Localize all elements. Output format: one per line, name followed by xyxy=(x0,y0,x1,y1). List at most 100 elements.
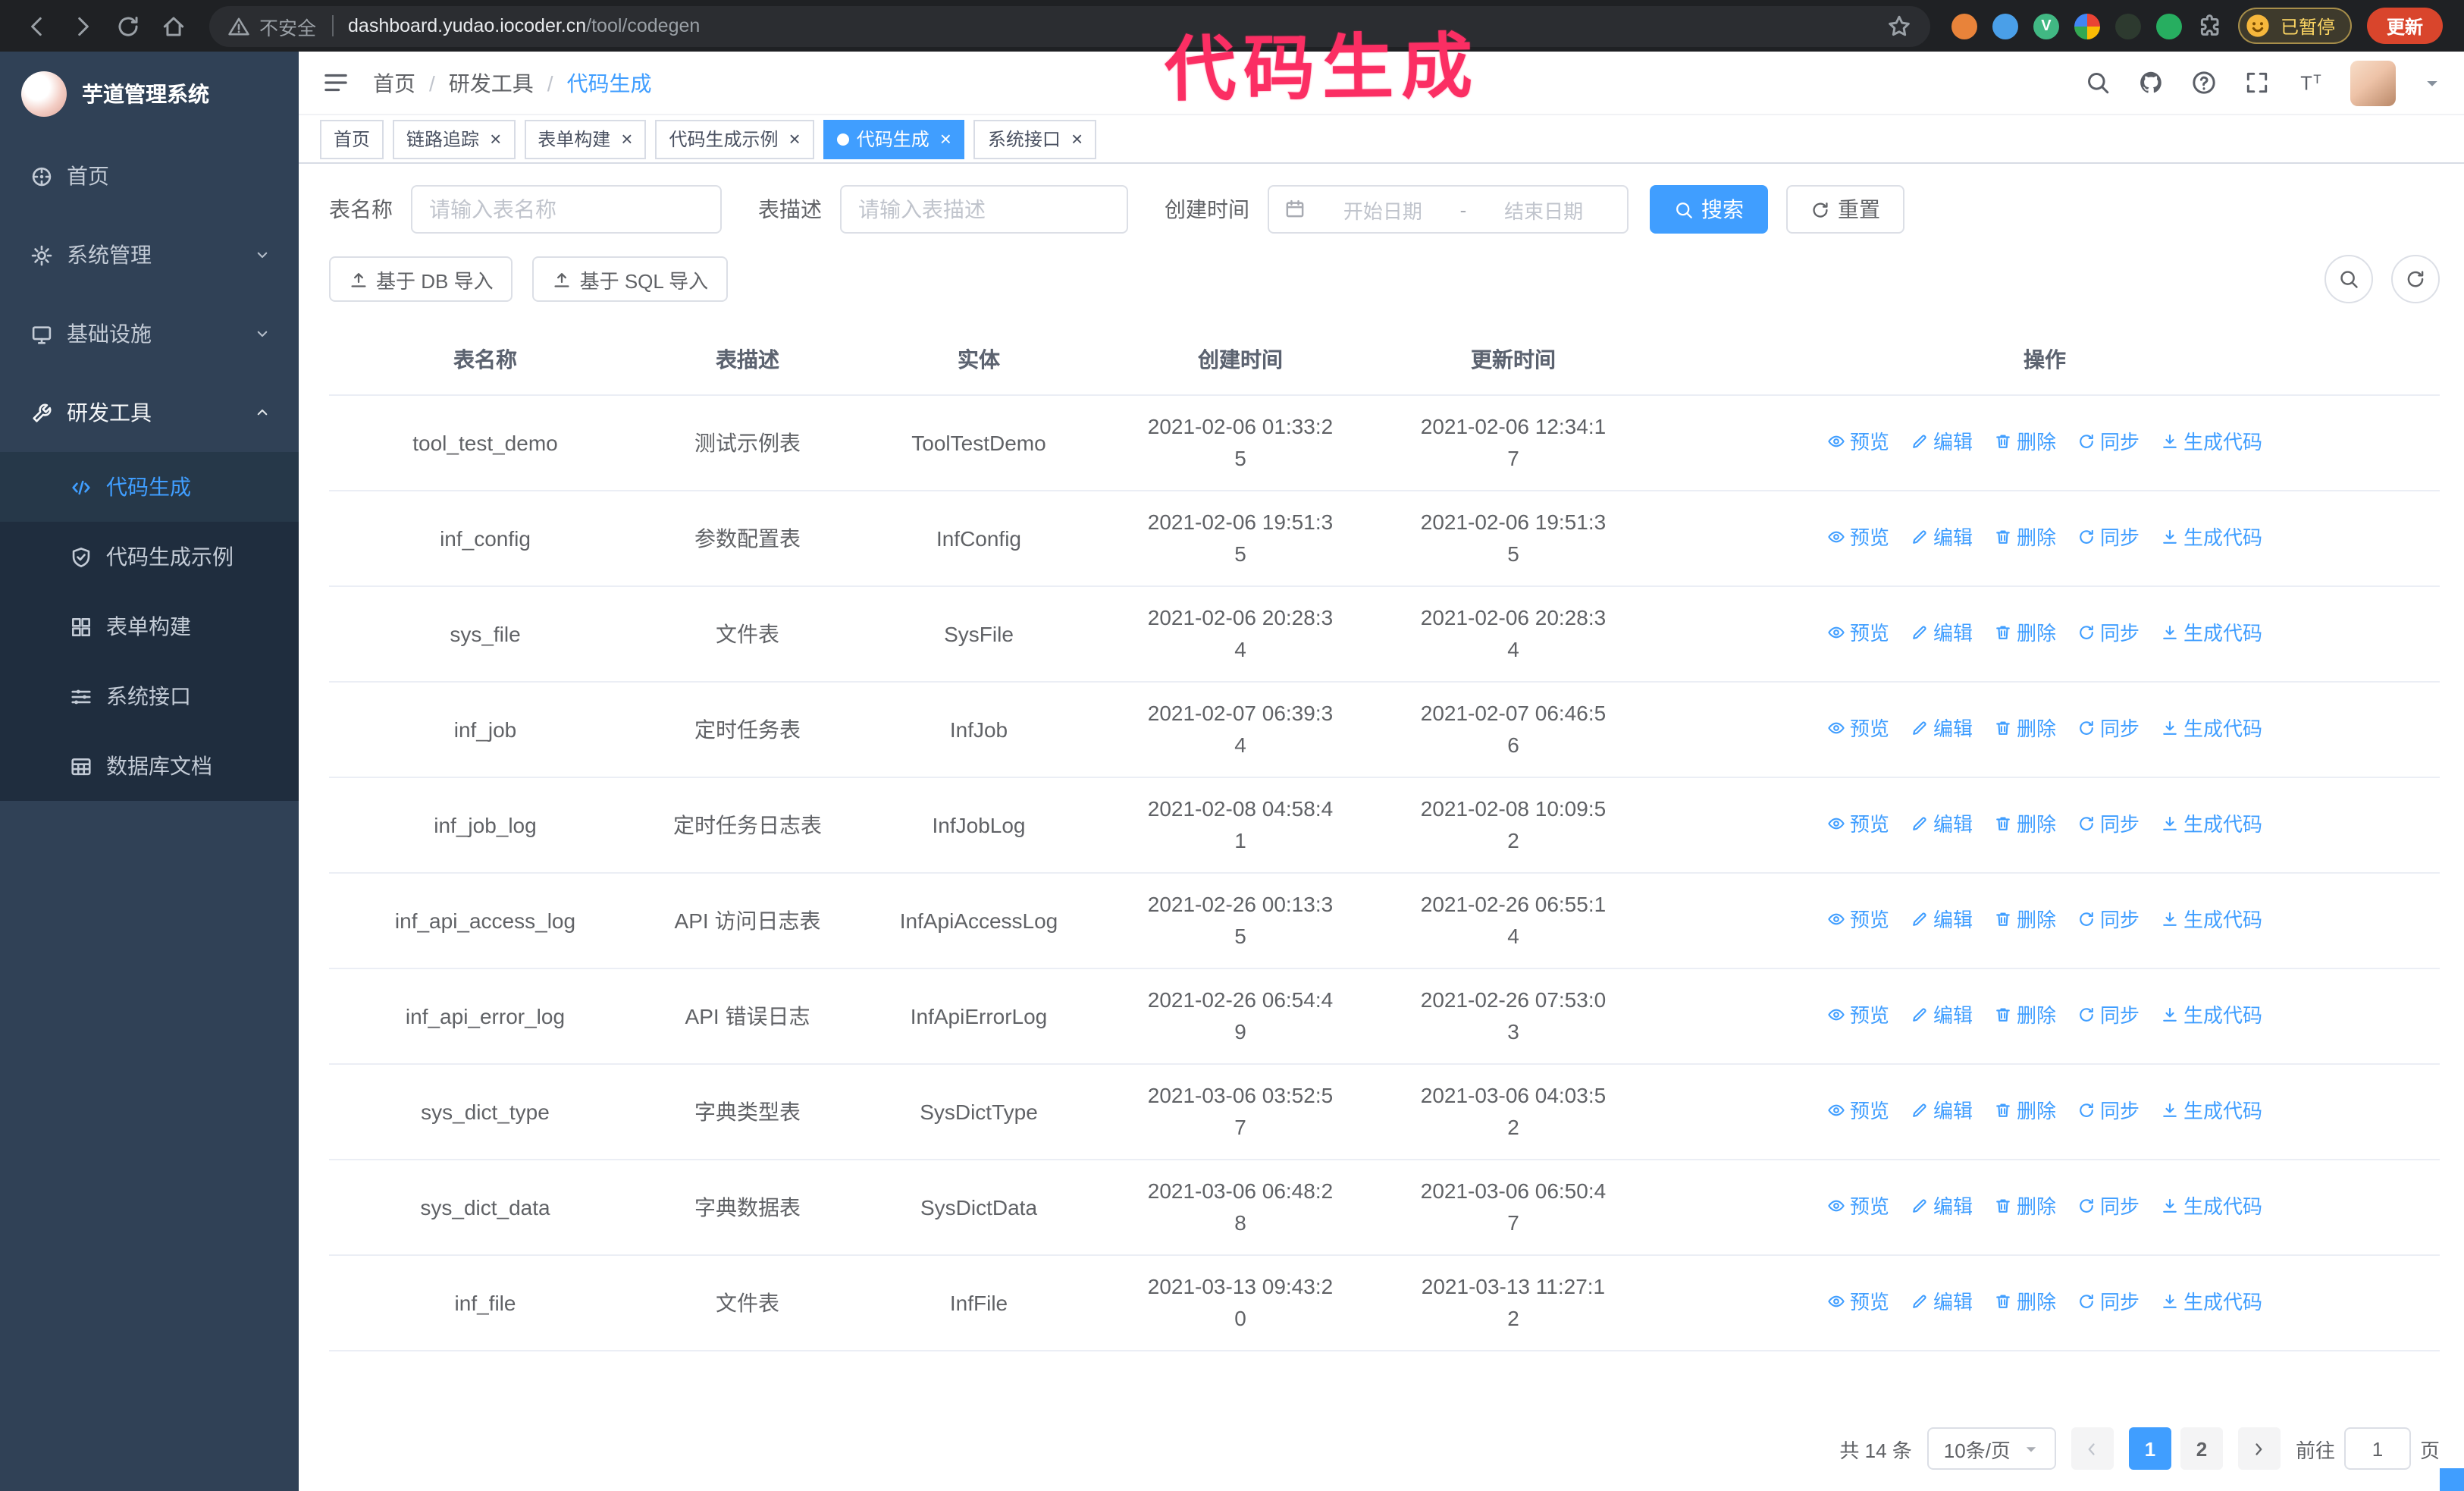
row-action-delete[interactable]: 删除 xyxy=(1994,713,2056,745)
sidebar-item-devtools[interactable]: 研发工具 xyxy=(0,373,299,452)
close-icon[interactable]: × xyxy=(621,129,632,149)
toggle-search-button[interactable] xyxy=(2324,255,2373,303)
prev-page-button[interactable] xyxy=(2071,1427,2114,1470)
browser-profile-chip[interactable]: 已暂停 xyxy=(2237,8,2352,44)
breadcrumb-item[interactable]: 首页 xyxy=(373,67,415,98)
sidebar-item-system[interactable]: 系统管理 xyxy=(0,215,299,294)
tab-system-api[interactable]: 系统接口 × xyxy=(973,119,1097,159)
row-action-sync[interactable]: 同步 xyxy=(2077,617,2140,649)
page-number-2[interactable]: 2 xyxy=(2180,1427,2223,1470)
row-action-delete[interactable]: 删除 xyxy=(1994,808,2056,840)
row-action-generate[interactable]: 生成代码 xyxy=(2161,1000,2262,1031)
user-avatar[interactable] xyxy=(2350,60,2396,105)
row-action-delete[interactable]: 删除 xyxy=(1994,522,2056,554)
sidebar-item-form-build[interactable]: 表单构建 xyxy=(0,592,299,661)
sidebar-item-codegen-example[interactable]: 代码生成示例 xyxy=(0,522,299,592)
close-icon[interactable]: × xyxy=(1071,129,1083,149)
fullscreen-icon[interactable] xyxy=(2244,70,2270,96)
extension-icon[interactable] xyxy=(1992,13,2018,39)
create-time-range-picker[interactable]: 开始日期 - 结束日期 xyxy=(1268,185,1629,234)
app-logo[interactable]: 芋道管理系统 xyxy=(0,52,299,137)
row-action-delete[interactable]: 删除 xyxy=(1994,617,2056,649)
row-action-delete[interactable]: 删除 xyxy=(1994,1000,2056,1031)
row-action-sync[interactable]: 同步 xyxy=(2077,1095,2140,1127)
row-action-edit[interactable]: 编辑 xyxy=(1911,426,1973,458)
sidebar-item-system-api[interactable]: 系统接口 xyxy=(0,661,299,731)
row-action-preview[interactable]: 预览 xyxy=(1827,808,1889,840)
row-action-preview[interactable]: 预览 xyxy=(1827,1191,1889,1223)
row-action-sync[interactable]: 同步 xyxy=(2077,904,2140,936)
row-action-sync[interactable]: 同步 xyxy=(2077,808,2140,840)
row-action-edit[interactable]: 编辑 xyxy=(1911,713,1973,745)
address-bar[interactable]: 不安全 dashboard.yudao.iocoder.cn /tool/cod… xyxy=(209,5,1930,46)
row-action-edit[interactable]: 编辑 xyxy=(1911,904,1973,936)
sidebar-item-codegen[interactable]: 代码生成 xyxy=(0,452,299,522)
import-sql-button[interactable]: 基于 SQL 导入 xyxy=(532,256,729,302)
row-action-edit[interactable]: 编辑 xyxy=(1911,1095,1973,1127)
row-action-delete[interactable]: 删除 xyxy=(1994,426,2056,458)
extension-icon[interactable] xyxy=(2114,13,2141,39)
row-action-generate[interactable]: 生成代码 xyxy=(2161,617,2262,649)
home-button[interactable] xyxy=(152,5,194,47)
row-action-sync[interactable]: 同步 xyxy=(2077,1191,2140,1223)
close-icon[interactable]: × xyxy=(789,129,801,149)
close-icon[interactable]: × xyxy=(940,129,951,149)
back-button[interactable] xyxy=(15,5,58,47)
help-icon[interactable] xyxy=(2191,70,2217,96)
tab-codegen[interactable]: 代码生成 × xyxy=(823,119,965,159)
row-action-preview[interactable]: 预览 xyxy=(1827,1095,1889,1127)
menu-fold-icon[interactable] xyxy=(321,68,350,97)
row-action-sync[interactable]: 同步 xyxy=(2077,1286,2140,1318)
row-action-sync[interactable]: 同步 xyxy=(2077,1000,2140,1031)
table-name-input[interactable] xyxy=(411,185,722,234)
corner-widget[interactable] xyxy=(2440,1468,2464,1491)
row-action-sync[interactable]: 同步 xyxy=(2077,713,2140,745)
row-action-preview[interactable]: 预览 xyxy=(1827,617,1889,649)
tab-codegen-example[interactable]: 代码生成示例 × xyxy=(655,119,814,159)
row-action-edit[interactable]: 编辑 xyxy=(1911,522,1973,554)
extension-icon[interactable]: V xyxy=(2033,13,2059,39)
github-icon[interactable] xyxy=(2138,70,2164,96)
row-action-preview[interactable]: 预览 xyxy=(1827,522,1889,554)
page-number-1[interactable]: 1 xyxy=(2128,1427,2171,1470)
search-button[interactable]: 搜索 xyxy=(1650,185,1768,234)
tab-form-build[interactable]: 表单构建 × xyxy=(524,119,647,159)
extensions-puzzle-icon[interactable] xyxy=(2197,13,2223,39)
row-action-sync[interactable]: 同步 xyxy=(2077,426,2140,458)
row-action-generate[interactable]: 生成代码 xyxy=(2161,904,2262,936)
row-action-generate[interactable]: 生成代码 xyxy=(2161,1286,2262,1318)
extension-icon[interactable] xyxy=(2155,13,2182,39)
reset-button[interactable]: 重置 xyxy=(1786,185,1904,234)
row-action-sync[interactable]: 同步 xyxy=(2077,522,2140,554)
browser-update-button[interactable]: 更新 xyxy=(2366,8,2443,44)
bookmark-star-icon[interactable] xyxy=(1886,13,1912,39)
row-action-preview[interactable]: 预览 xyxy=(1827,713,1889,745)
caret-down-icon[interactable] xyxy=(2423,74,2441,92)
row-action-preview[interactable]: 预览 xyxy=(1827,904,1889,936)
row-action-generate[interactable]: 生成代码 xyxy=(2161,426,2262,458)
search-icon[interactable] xyxy=(2085,70,2111,96)
next-page-button[interactable] xyxy=(2237,1427,2281,1470)
goto-page-input[interactable] xyxy=(2343,1427,2411,1470)
row-action-generate[interactable]: 生成代码 xyxy=(2161,1095,2262,1127)
page-size-select[interactable]: 10条/页 xyxy=(1926,1427,2056,1470)
close-icon[interactable]: × xyxy=(490,129,501,149)
row-action-delete[interactable]: 删除 xyxy=(1994,1191,2056,1223)
row-action-preview[interactable]: 预览 xyxy=(1827,1286,1889,1318)
row-action-generate[interactable]: 生成代码 xyxy=(2161,522,2262,554)
tab-home[interactable]: 首页 xyxy=(320,119,384,159)
row-action-delete[interactable]: 删除 xyxy=(1994,1095,2056,1127)
row-action-edit[interactable]: 编辑 xyxy=(1911,1191,1973,1223)
import-db-button[interactable]: 基于 DB 导入 xyxy=(329,256,513,302)
sidebar-item-home[interactable]: 首页 xyxy=(0,137,299,215)
breadcrumb-item[interactable]: 代码生成 xyxy=(567,67,652,98)
extension-icon[interactable] xyxy=(2074,13,2100,39)
row-action-generate[interactable]: 生成代码 xyxy=(2161,808,2262,840)
sidebar-item-infra[interactable]: 基础设施 xyxy=(0,294,299,373)
refresh-table-button[interactable] xyxy=(2391,255,2440,303)
row-action-edit[interactable]: 编辑 xyxy=(1911,1000,1973,1031)
sidebar-item-db-doc[interactable]: 数据库文档 xyxy=(0,731,299,801)
reload-button[interactable] xyxy=(106,5,149,47)
font-size-icon[interactable]: TT xyxy=(2297,70,2323,96)
breadcrumb-item[interactable]: 研发工具 xyxy=(449,67,534,98)
